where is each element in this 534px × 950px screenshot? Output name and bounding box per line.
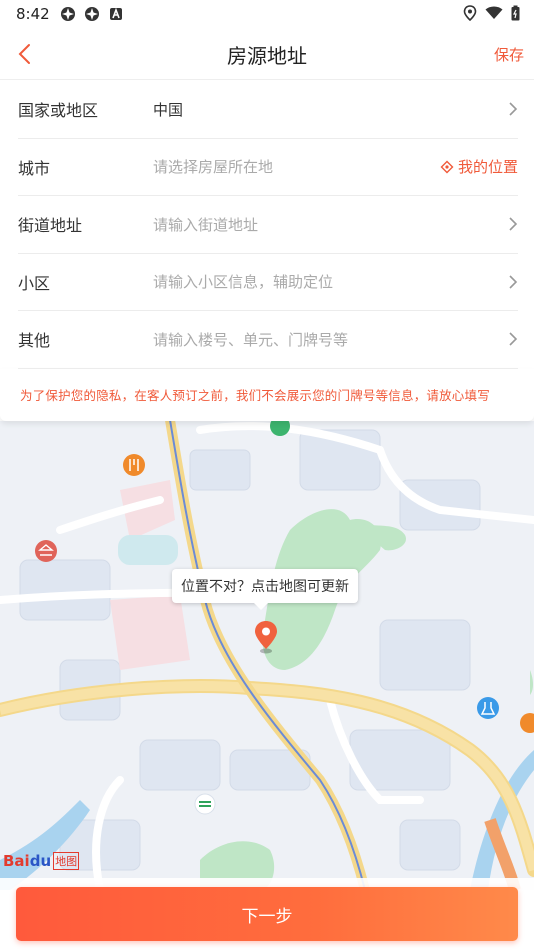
row-country[interactable]: 国家或地区 中国 <box>18 81 518 139</box>
row-label: 街道地址 <box>18 216 83 236</box>
chevron-right-icon <box>509 217 518 231</box>
baidu-logo-map: 地图 <box>53 852 80 870</box>
row-label: 小区 <box>18 273 51 293</box>
poi-orange-icon <box>520 713 534 733</box>
app-notification-icon <box>60 7 75 21</box>
poi-restaurant-icon <box>123 454 145 476</box>
app-a-icon <box>109 7 122 20</box>
row-other[interactable]: 其他 请输入楼号、单元、门牌号等 <box>18 311 518 369</box>
my-location-label: 我的位置 <box>457 158 518 177</box>
row-label: 国家或地区 <box>18 101 99 121</box>
wifi-icon <box>485 6 503 19</box>
poi-green-icon <box>270 420 290 436</box>
poi-lab-icon <box>477 697 499 719</box>
chevron-right-icon <box>509 332 518 346</box>
city-input[interactable]: 请选择房屋所在地 <box>153 156 440 177</box>
location-status-icon <box>463 5 477 21</box>
chevron-right-icon <box>509 275 518 289</box>
status-time: 8:42 <box>16 5 50 23</box>
locate-icon <box>440 160 454 174</box>
address-form: 国家或地区 中国 城市 请选择房屋所在地 我的位置 街道地址 请输入街道地址 小… <box>0 81 534 421</box>
row-city[interactable]: 城市 请选择房屋所在地 我的位置 <box>18 139 518 196</box>
row-community[interactable]: 小区 请输入小区信息，辅助定位 <box>18 254 518 311</box>
app-notification-icon <box>84 7 99 21</box>
chevron-right-icon <box>509 102 518 116</box>
row-label: 其他 <box>18 331 51 351</box>
save-button[interactable]: 保存 <box>494 44 524 65</box>
community-input[interactable]: 请输入小区信息，辅助定位 <box>153 271 508 292</box>
row-label: 城市 <box>18 158 51 178</box>
next-step-button[interactable]: 下一步 <box>16 887 518 941</box>
baidu-logo-du: du <box>29 852 52 870</box>
nav-bar: 房源地址 保存 <box>0 28 534 80</box>
status-bar: 8:42 <box>0 0 534 28</box>
page-title: 房源地址 <box>227 44 307 68</box>
map-canvas <box>0 420 534 890</box>
battery-icon <box>511 5 520 21</box>
other-input[interactable]: 请输入楼号、单元、门牌号等 <box>153 329 508 350</box>
country-value[interactable]: 中国 <box>153 99 508 120</box>
location-marker-icon[interactable] <box>253 620 279 654</box>
poi-post-icon <box>194 793 216 815</box>
map-view[interactable] <box>0 420 534 890</box>
street-input[interactable]: 请输入街道地址 <box>153 214 508 235</box>
privacy-note: 为了保护您的隐私，在客人预订之前，我们不会展示您的门牌号等信息，请放心填写 <box>0 368 534 421</box>
map-tooltip: 位置不对？点击地图可更新 <box>172 569 358 610</box>
my-location-button[interactable]: 我的位置 <box>440 156 518 177</box>
poi-temple-icon <box>35 540 57 562</box>
row-street[interactable]: 街道地址 请输入街道地址 <box>18 196 518 254</box>
baidu-map-logo: Bai du 地图 <box>3 852 80 870</box>
baidu-logo-bai: Bai <box>3 852 30 870</box>
